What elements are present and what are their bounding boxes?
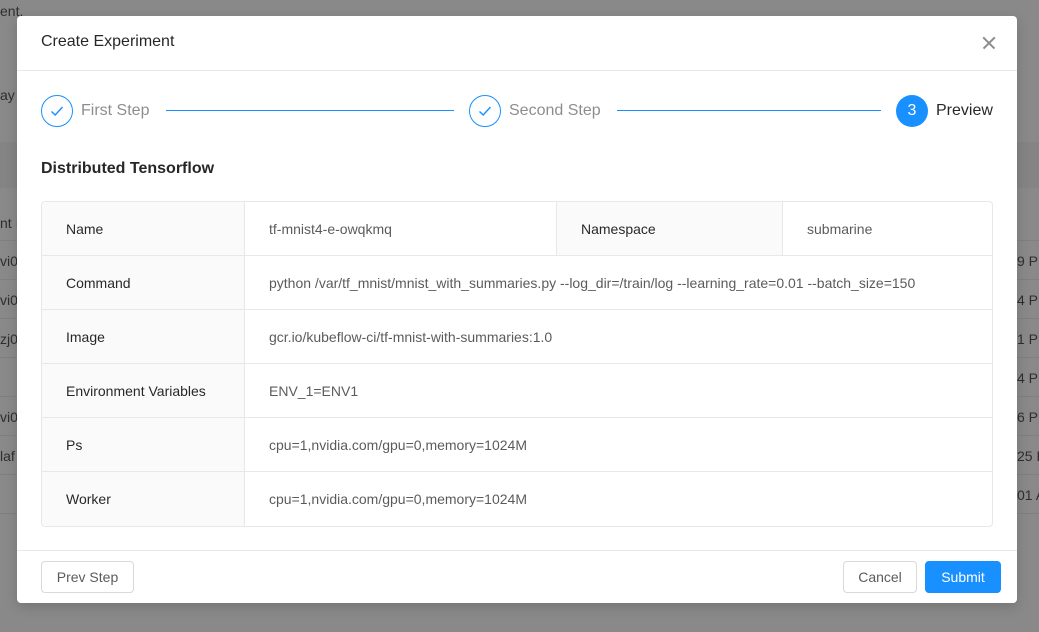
modal-header: Create Experiment <box>17 16 1017 71</box>
step-label: Preview <box>936 102 993 119</box>
detail-value: cpu=1,nvidia.com/gpu=0,memory=1024M <box>269 491 527 507</box>
detail-value: ENV_1=ENV1 <box>269 382 359 399</box>
step-connector <box>617 110 881 111</box>
detail-label: Worker <box>42 472 245 526</box>
detail-value: submarine <box>807 220 873 237</box>
section-title: Distributed Tensorflow <box>41 160 215 177</box>
check-icon <box>469 95 501 127</box>
step-number-icon: 3 <box>896 95 928 127</box>
steps: First Step Second Step 3 Preview <box>41 95 993 127</box>
detail-label: Command <box>42 256 245 309</box>
detail-label: Name <box>42 202 245 255</box>
detail-row-name: Name tf-mnist4-e-owqkmq Namespace submar… <box>42 202 992 256</box>
step-connector <box>166 110 454 111</box>
detail-value: python /var/tf_mnist/mnist_with_summarie… <box>269 274 916 291</box>
step-first: First Step <box>41 95 149 127</box>
detail-label: Namespace <box>557 202 783 255</box>
step-label: First Step <box>81 102 150 119</box>
detail-row-ps: Ps cpu=1,nvidia.com/gpu=0,memory=1024M <box>42 418 992 472</box>
submit-button[interactable]: Submit <box>925 561 1001 593</box>
detail-label: Environment Variables <box>42 364 245 417</box>
check-icon <box>41 95 73 127</box>
detail-row-env: Environment Variables ENV_1=ENV1 <box>42 364 992 418</box>
prev-step-button[interactable]: Prev Step <box>41 561 134 593</box>
step-preview: 3 Preview <box>896 95 993 127</box>
step-second: Second Step <box>469 95 601 127</box>
modal-title: Create Experiment <box>41 33 175 50</box>
detail-value: gcr.io/kubeflow-ci/tf-mnist-with-summari… <box>269 328 553 345</box>
close-icon[interactable] <box>979 33 999 53</box>
cancel-button[interactable]: Cancel <box>843 561 917 593</box>
detail-value: tf-mnist4-e-owqkmq <box>245 202 557 255</box>
modal-footer: Prev Step Cancel Submit <box>17 550 1017 603</box>
detail-row-worker: Worker cpu=1,nvidia.com/gpu=0,memory=102… <box>42 472 992 526</box>
experiment-details: Name tf-mnist4-e-owqkmq Namespace submar… <box>41 201 993 527</box>
detail-label: Ps <box>42 418 245 471</box>
detail-label: Image <box>42 310 245 363</box>
detail-row-command: Command python /var/tf_mnist/mnist_with_… <box>42 256 992 310</box>
create-experiment-modal: Create Experiment First Step Second Step… <box>17 16 1017 603</box>
detail-value: cpu=1,nvidia.com/gpu=0,memory=1024M <box>269 436 527 453</box>
detail-row-image: Image gcr.io/kubeflow-ci/tf-mnist-with-s… <box>42 310 992 364</box>
step-label: Second Step <box>509 102 601 119</box>
